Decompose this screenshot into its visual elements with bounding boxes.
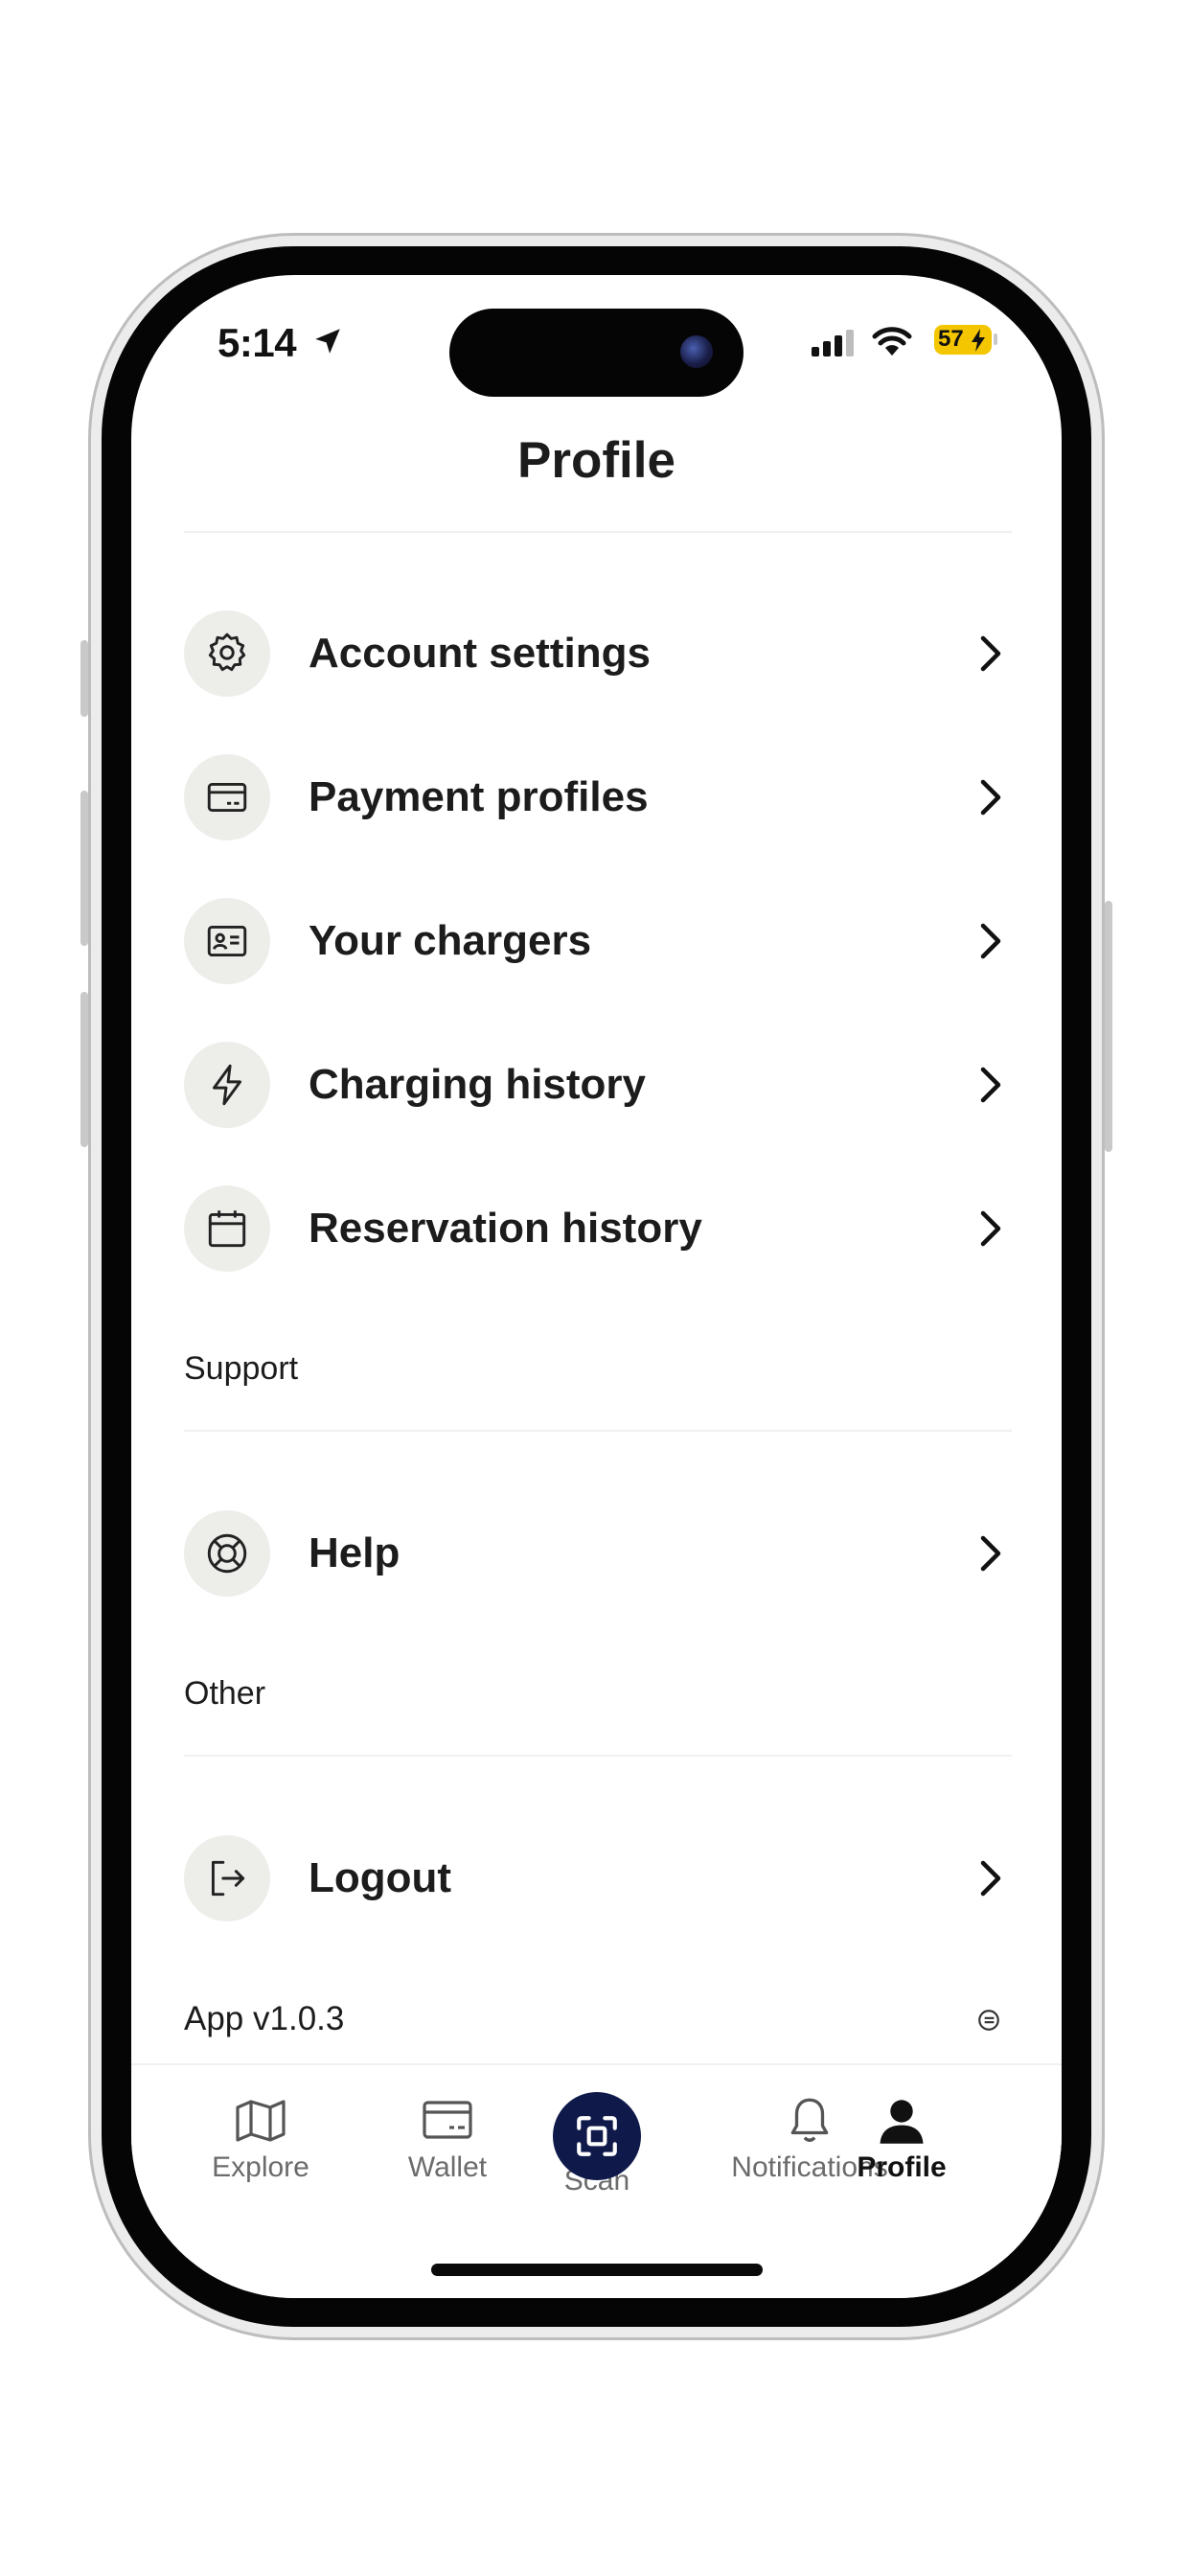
person-icon xyxy=(880,2100,924,2144)
wifi-icon xyxy=(872,327,912,356)
app-version: App v1.0.3 xyxy=(184,2000,345,2037)
action-button xyxy=(80,640,88,717)
bottom-tab-bar: Explore Wallet Scan Notifications Profil… xyxy=(131,2063,1062,2298)
status-time: 5:14 xyxy=(217,320,297,365)
gear-icon xyxy=(208,632,246,672)
payment-profiles-row[interactable]: Payment profiles xyxy=(184,749,1012,845)
front-camera xyxy=(680,335,713,368)
calendar-icon xyxy=(208,1210,246,1248)
other-divider xyxy=(184,1755,1012,1757)
page-title: Profile xyxy=(517,432,675,489)
volume-down-button xyxy=(80,992,88,1147)
id-card-icon xyxy=(207,925,247,957)
reservation-history-row[interactable]: Reservation history xyxy=(184,1181,1012,1276)
lightning-icon xyxy=(213,1064,242,1106)
chevron-right-icon xyxy=(980,1067,1001,1103)
wallet-icon xyxy=(423,2101,472,2139)
menu-label: Your chargers xyxy=(309,917,592,964)
chevron-right-icon xyxy=(980,1210,1001,1247)
support-divider xyxy=(184,1430,1012,1432)
icon-circle xyxy=(184,898,270,984)
menu-label: Account settings xyxy=(309,630,651,677)
lifebuoy-icon xyxy=(207,1533,247,1574)
chevron-right-icon xyxy=(980,1535,1001,1572)
scan-icon xyxy=(577,2116,617,2156)
header-divider xyxy=(184,531,1012,533)
logout-icon xyxy=(211,1860,245,1897)
tab-label: Explore xyxy=(212,2151,309,2183)
your-chargers-row[interactable]: Your chargers xyxy=(184,893,1012,989)
icon-circle xyxy=(184,610,270,697)
map-icon xyxy=(236,2100,286,2142)
chevron-right-icon xyxy=(980,635,1001,672)
phone-screen: 5:14 57 Profile Account settings Payment… xyxy=(131,275,1062,2298)
icon-circle xyxy=(184,1510,270,1597)
account-settings-row[interactable]: Account settings xyxy=(184,606,1012,702)
chevron-right-icon xyxy=(980,779,1001,816)
support-section-label: Support xyxy=(184,1350,299,1387)
brand-logo-icon xyxy=(978,2010,999,2031)
icon-circle xyxy=(184,1042,270,1128)
menu-label: Payment profiles xyxy=(309,773,649,820)
tab-label: Profile xyxy=(857,2151,947,2183)
battery-level: 57 xyxy=(938,326,964,352)
signal-icon xyxy=(812,330,854,356)
icon-circle xyxy=(184,1835,270,1921)
help-row[interactable]: Help xyxy=(184,1506,1012,1601)
icon-circle xyxy=(184,754,270,840)
power-button xyxy=(1105,901,1112,1152)
credit-card-icon xyxy=(207,783,247,812)
tab-explore[interactable]: Explore xyxy=(168,2065,354,2209)
charging-bolt-icon xyxy=(972,329,985,352)
scan-button[interactable] xyxy=(553,2092,641,2180)
tab-icon-wrap xyxy=(168,2097,354,2145)
menu-label: Charging history xyxy=(309,1061,647,1108)
battery-indicator: 57 xyxy=(934,325,992,355)
dynamic-island xyxy=(449,309,744,397)
logout-row[interactable]: Logout xyxy=(184,1830,1012,1926)
tab-profile[interactable]: Profile xyxy=(809,2065,995,2209)
tab-icon-wrap xyxy=(809,2094,995,2146)
home-indicator[interactable] xyxy=(431,2264,763,2276)
status-bar: 5:14 57 xyxy=(131,275,1062,409)
icon-circle xyxy=(184,1185,270,1272)
chevron-right-icon xyxy=(980,923,1001,959)
location-arrow-icon xyxy=(315,329,340,354)
menu-label: Help xyxy=(309,1530,400,1576)
menu-label: Logout xyxy=(309,1854,452,1901)
charging-history-row[interactable]: Charging history xyxy=(184,1037,1012,1133)
menu-label: Reservation history xyxy=(309,1205,702,1252)
chevron-right-icon xyxy=(980,1860,1001,1897)
volume-up-button xyxy=(80,791,88,946)
battery-tip xyxy=(994,334,997,345)
other-section-label: Other xyxy=(184,1675,266,1712)
